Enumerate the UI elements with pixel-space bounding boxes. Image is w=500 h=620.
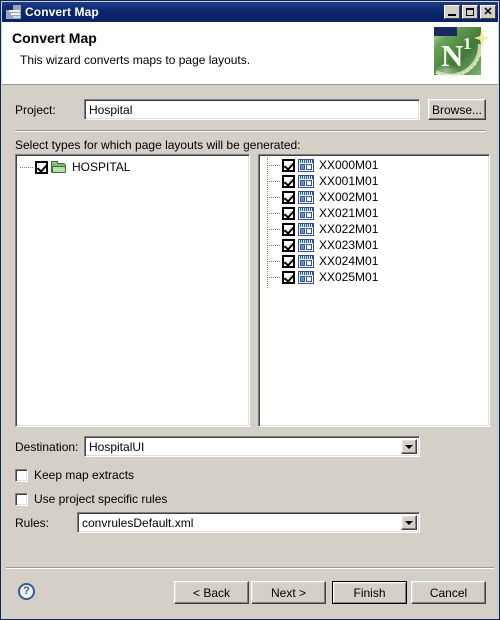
help-icon[interactable]: ? bbox=[18, 583, 35, 600]
finish-button[interactable]: Finish bbox=[332, 581, 407, 604]
use-project-specific-rules-option[interactable]: Use project specific rules bbox=[15, 491, 167, 507]
project-label: Project: bbox=[15, 103, 56, 117]
list-item-checkbox[interactable] bbox=[282, 222, 295, 236]
list-item-label: XX002M01 bbox=[319, 190, 379, 204]
list-item-label: XX025M01 bbox=[319, 270, 379, 284]
wizard-header: Convert Map This wizard converts maps to… bbox=[2, 22, 498, 85]
header-divider bbox=[15, 130, 486, 132]
page-layout-icon bbox=[298, 158, 314, 172]
close-icon: ✕ bbox=[483, 5, 493, 18]
list-item[interactable]: XX024M01 bbox=[259, 253, 489, 269]
page-layout-icon bbox=[298, 174, 314, 188]
tree-connector-icon bbox=[267, 260, 281, 262]
tree-node-label: HOSPITAL bbox=[72, 160, 131, 174]
list-item[interactable]: XX022M01 bbox=[259, 221, 489, 237]
list-item[interactable]: XX001M01 bbox=[259, 173, 489, 189]
map-document-icon bbox=[6, 4, 22, 20]
title-bar: Convert Map ✕ bbox=[2, 2, 498, 22]
folder-icon bbox=[51, 160, 67, 174]
button-bar: ? < Back Next > Finish Cancel bbox=[2, 567, 498, 619]
chevron-down-icon[interactable] bbox=[401, 515, 417, 530]
window-controls: ✕ bbox=[444, 5, 496, 19]
browse-button[interactable]: Browse... bbox=[428, 99, 486, 120]
use-project-specific-rules-checkbox[interactable] bbox=[15, 492, 28, 506]
tree-connector-icon bbox=[20, 166, 34, 168]
page-layout-icon bbox=[298, 206, 314, 220]
page-layout-icon bbox=[298, 254, 314, 268]
list-item-label: XX024M01 bbox=[319, 254, 379, 268]
list-item-checkbox[interactable] bbox=[282, 174, 295, 188]
tree-connector-icon bbox=[267, 244, 281, 246]
destination-value: HospitalUI bbox=[89, 440, 145, 454]
selection-instruction: Select types for which page layouts will… bbox=[15, 138, 301, 152]
list-item-label: XX022M01 bbox=[319, 222, 379, 236]
rules-row: Rules: convrulesDefault.xml bbox=[2, 512, 498, 534]
n1-logo: N 1 bbox=[433, 27, 490, 78]
list-item[interactable]: XX000M01 bbox=[259, 157, 489, 173]
use-project-specific-rules-label: Use project specific rules bbox=[34, 492, 168, 506]
close-button[interactable]: ✕ bbox=[480, 5, 496, 19]
cancel-button[interactable]: Cancel bbox=[411, 581, 486, 604]
page-subtitle: This wizard converts maps to page layout… bbox=[20, 53, 251, 67]
page-layout-icon bbox=[298, 238, 314, 252]
tree-connector-icon bbox=[267, 212, 281, 214]
project-input[interactable] bbox=[84, 99, 420, 120]
rules-label: Rules: bbox=[15, 516, 50, 530]
list-item-label: XX021M01 bbox=[319, 206, 379, 220]
list-item[interactable]: XX025M01 bbox=[259, 269, 489, 285]
keep-map-extracts-checkbox[interactable] bbox=[15, 468, 28, 482]
list-item-label: XX023M01 bbox=[319, 238, 379, 252]
destination-row: Destination: HospitalUI bbox=[2, 436, 498, 458]
window-title: Convert Map bbox=[25, 5, 99, 19]
maximize-button[interactable] bbox=[462, 5, 478, 19]
list-item-checkbox[interactable] bbox=[282, 158, 295, 172]
next-button[interactable]: Next > bbox=[251, 581, 326, 604]
tree-connector-icon bbox=[267, 228, 281, 230]
project-row: Project: Browse... bbox=[2, 99, 498, 121]
list-item-checkbox[interactable] bbox=[282, 190, 295, 204]
list-item[interactable]: XX021M01 bbox=[259, 205, 489, 221]
tree-node-hospital[interactable]: HOSPITAL bbox=[16, 159, 249, 175]
list-item[interactable]: XX002M01 bbox=[259, 189, 489, 205]
footer-divider bbox=[6, 567, 494, 569]
list-item-checkbox[interactable] bbox=[282, 238, 295, 252]
tree-connector-icon bbox=[267, 276, 281, 278]
type-tree-panel[interactable]: HOSPITAL bbox=[15, 154, 250, 427]
list-item-checkbox[interactable] bbox=[282, 270, 295, 284]
list-item-label: XX000M01 bbox=[319, 158, 379, 172]
convert-map-dialog: Convert Map ✕ Convert Map This wizard co… bbox=[0, 0, 500, 620]
keep-map-extracts-label: Keep map extracts bbox=[34, 468, 135, 482]
list-item-checkbox[interactable] bbox=[282, 206, 295, 220]
rules-value: convrulesDefault.xml bbox=[82, 516, 194, 530]
destination-label: Destination: bbox=[15, 440, 79, 454]
tree-node-checkbox[interactable] bbox=[35, 160, 48, 174]
rules-combobox[interactable]: convrulesDefault.xml bbox=[77, 512, 420, 533]
page-layout-icon bbox=[298, 270, 314, 284]
page-layout-icon bbox=[298, 222, 314, 236]
dialog-body: Project: Browse... Select types for whic… bbox=[2, 85, 498, 567]
keep-map-extracts-option[interactable]: Keep map extracts bbox=[15, 467, 134, 483]
page-layout-icon bbox=[298, 190, 314, 204]
list-item-checkbox[interactable] bbox=[282, 254, 295, 268]
list-item[interactable]: XX023M01 bbox=[259, 237, 489, 253]
tree-connector-icon bbox=[267, 164, 281, 166]
tree-connector-icon bbox=[267, 180, 281, 182]
page-layout-list-panel[interactable]: XX000M01 XX001M01 XX002M01 XX021M01 XX02… bbox=[258, 154, 490, 427]
page-title: Convert Map bbox=[12, 30, 97, 46]
chevron-down-icon[interactable] bbox=[401, 439, 417, 454]
back-button[interactable]: < Back bbox=[174, 581, 249, 604]
destination-combobox[interactable]: HospitalUI bbox=[84, 436, 420, 457]
list-item-label: XX001M01 bbox=[319, 174, 379, 188]
minimize-button[interactable] bbox=[444, 5, 460, 19]
svg-text:N: N bbox=[441, 38, 463, 73]
tree-connector-icon bbox=[267, 196, 281, 198]
svg-text:1: 1 bbox=[463, 34, 472, 53]
